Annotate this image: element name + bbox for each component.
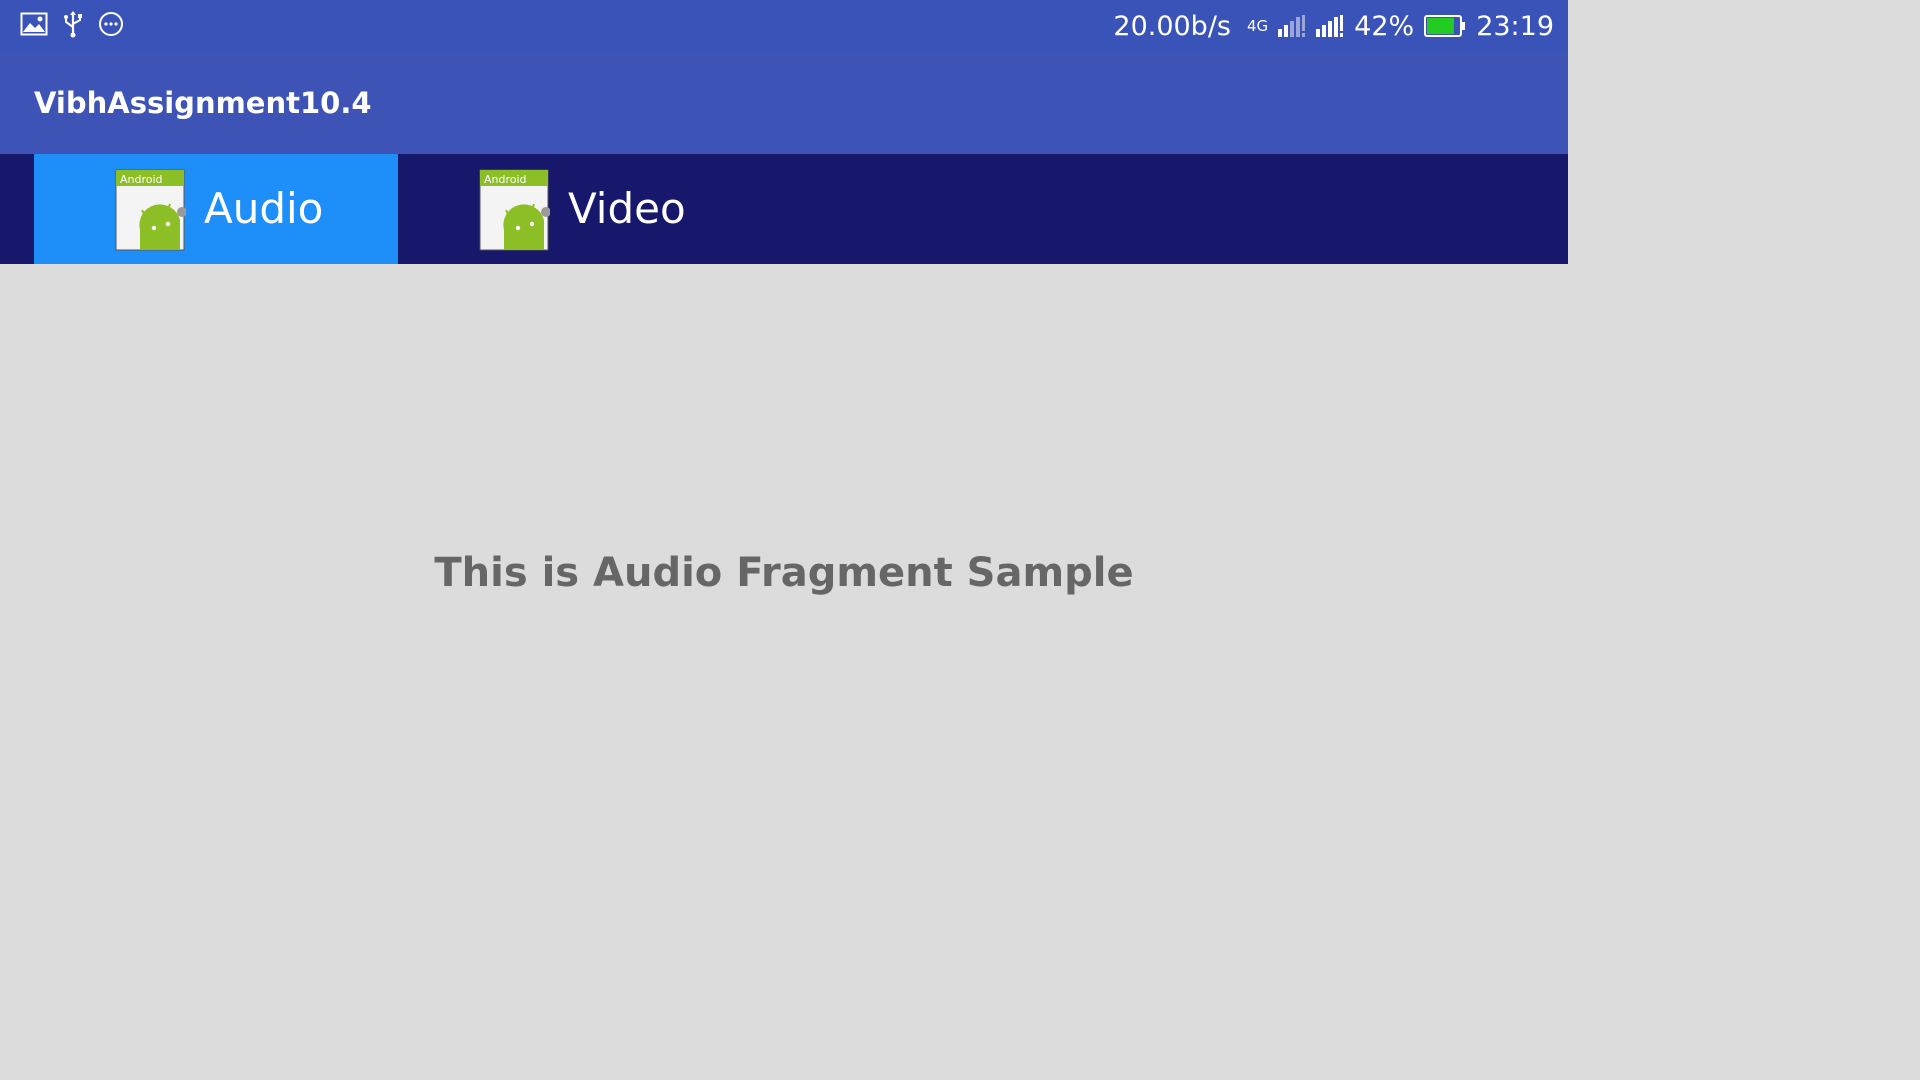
usb-icon xyxy=(64,11,82,38)
network-type-label: 4G xyxy=(1247,17,1269,35)
app-title: VibhAssignment10.4 xyxy=(34,86,372,120)
svg-text:Android: Android xyxy=(120,173,163,186)
svg-text:Android: Android xyxy=(484,173,527,186)
tab-video[interactable]: Android Video xyxy=(398,154,762,264)
app-bar: VibhAssignment10.4 xyxy=(0,52,1568,154)
tab-bar: Android Audio Android Video xyxy=(0,154,1568,264)
android-app-icon: Android xyxy=(479,169,550,251)
android-app-icon: Android xyxy=(115,169,186,251)
tab-audio[interactable]: Android Audio xyxy=(34,154,398,264)
image-icon xyxy=(20,12,48,36)
status-bar: 20.00b/s 4G 42% 23:19 xyxy=(0,0,1568,52)
signal-icon-sim2 xyxy=(1316,15,1344,37)
clock: 23:19 xyxy=(1476,10,1554,42)
more-circle-icon xyxy=(99,12,123,36)
notification-icons xyxy=(20,10,124,38)
fragment-content: This is Audio Fragment Sample xyxy=(0,264,1568,882)
tab-video-label: Video xyxy=(568,184,686,233)
battery-fill xyxy=(1427,18,1455,34)
battery-icon xyxy=(1424,15,1466,37)
battery-percent: 42% xyxy=(1354,10,1415,42)
signal-icon-sim1 xyxy=(1278,15,1306,37)
fragment-message: This is Audio Fragment Sample xyxy=(434,550,1134,596)
net-speed: 20.00b/s xyxy=(1113,10,1231,42)
tab-audio-label: Audio xyxy=(204,184,324,233)
system-indicators: 20.00b/s 4G 42% 23:19 xyxy=(1113,8,1554,44)
